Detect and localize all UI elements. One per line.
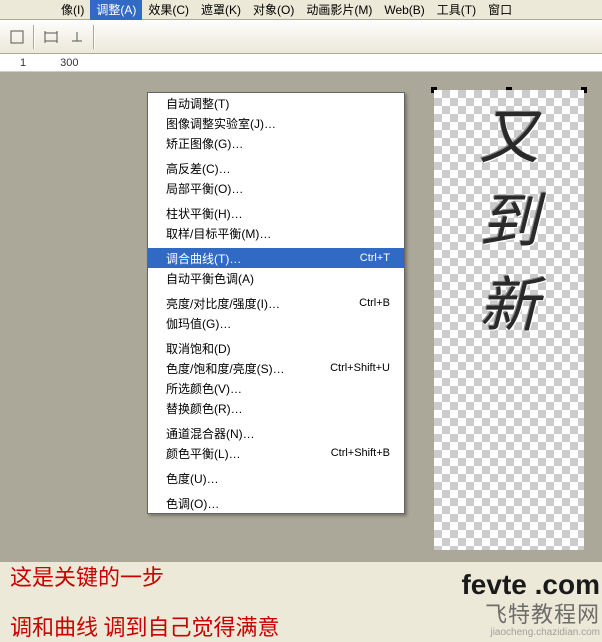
menu-label: 局部平衡(O)… xyxy=(166,180,390,197)
menu-label: 替换颜色(R)… xyxy=(166,400,390,417)
menu-label: 色度/饱和度/亮度(S)… xyxy=(166,360,330,377)
menu-color-balance[interactable]: 颜色平衡(L)…Ctrl+Shift+B xyxy=(148,443,404,463)
menu-window[interactable]: 窗口 xyxy=(482,0,518,20)
menu-adjust[interactable]: 调整(A) xyxy=(90,0,142,20)
menu-shortcut: Ctrl+Shift+U xyxy=(330,362,390,374)
menu-auto-adjust[interactable]: 自动调整(T) xyxy=(148,93,404,113)
menu-label: 取样/目标平衡(M)… xyxy=(166,225,390,242)
menu-label: 伽玛值(G)… xyxy=(166,315,390,332)
menu-separator xyxy=(149,290,403,291)
menu-label: 柱状平衡(H)… xyxy=(166,205,390,222)
menu-brightness-contrast[interactable]: 亮度/对比度/强度(I)…Ctrl+B xyxy=(148,293,404,313)
menu-mask[interactable]: 遮罩(K) xyxy=(195,0,247,20)
watermark-cn: 飞特教程网jiaocheng.chazidian.com xyxy=(461,597,600,638)
menu-label: 所选颜色(V)… xyxy=(166,380,390,397)
menu-hsl[interactable]: 色度/饱和度/亮度(S)…Ctrl+Shift+U xyxy=(148,358,404,378)
toolbar-button[interactable] xyxy=(5,25,29,49)
menu-desaturate[interactable]: 取消饱和(D) xyxy=(148,338,404,358)
menu-web[interactable]: Web(B) xyxy=(378,1,430,19)
toolbar-divider xyxy=(93,25,95,49)
menu-hue[interactable]: 色度(U)… xyxy=(148,468,404,488)
menu-sample-target[interactable]: 取样/目标平衡(M)… xyxy=(148,223,404,243)
watermark: fevte .com 飞特教程网jiaocheng.chazidian.com xyxy=(461,569,600,638)
calligraphy-char: 到 xyxy=(479,180,539,264)
ruler-mark: 300 xyxy=(60,57,78,69)
menu-high-contrast[interactable]: 高反差(C)… xyxy=(148,158,404,178)
menu-histogram-balance[interactable]: 柱状平衡(H)… xyxy=(148,203,404,223)
menu-separator xyxy=(149,200,403,201)
menu-label: 自动平衡色调(A) xyxy=(166,270,390,287)
menu-label: 图像调整实验室(J)… xyxy=(166,115,390,132)
toolbar xyxy=(0,20,602,54)
menu-label: 高反差(C)… xyxy=(166,160,390,177)
canvas[interactable]: 又 到 新 xyxy=(434,90,584,550)
menu-tools[interactable]: 工具(T) xyxy=(431,0,482,20)
menu-local-balance[interactable]: 局部平衡(O)… xyxy=(148,178,404,198)
menu-label: 色调(O)… xyxy=(166,495,390,512)
menu-separator xyxy=(149,155,403,156)
menu-separator xyxy=(149,245,403,246)
menu-label: 通道混合器(N)… xyxy=(166,425,390,442)
toolbar-divider xyxy=(33,25,35,49)
menu-movie[interactable]: 动画影片(M) xyxy=(300,0,378,20)
calligraphy-char: 又 xyxy=(479,96,539,180)
menu-tone-curve[interactable]: 调合曲线(T)…Ctrl+T xyxy=(148,248,404,268)
ruler: 1 300 xyxy=(0,54,602,72)
menu-tone[interactable]: 色调(O)… xyxy=(148,493,404,513)
menu-image-lab[interactable]: 图像调整实验室(J)… xyxy=(148,113,404,133)
menu-effects[interactable]: 效果(C) xyxy=(142,0,195,20)
menu-label: 调合曲线(T)… xyxy=(166,250,360,267)
menu-label: 色度(U)… xyxy=(166,470,390,487)
toolbar-crop-button[interactable] xyxy=(39,25,63,49)
ruler-mark: 1 xyxy=(20,57,26,69)
toolbar-button[interactable] xyxy=(65,25,89,49)
menu-label: 亮度/对比度/强度(I)… xyxy=(166,295,359,312)
menu-shortcut: Ctrl+B xyxy=(359,297,390,309)
menu-separator xyxy=(149,465,403,466)
menu-separator xyxy=(149,420,403,421)
menu-separator xyxy=(149,490,403,491)
menu-label: 矫正图像(G)… xyxy=(166,135,390,152)
menu-replace-color[interactable]: 替换颜色(R)… xyxy=(148,398,404,418)
menu-label: 自动调整(T) xyxy=(166,95,390,112)
menu-separator xyxy=(149,335,403,336)
menu-straighten[interactable]: 矫正图像(G)… xyxy=(148,133,404,153)
menu-label: 颜色平衡(L)… xyxy=(166,445,331,462)
workspace: 又 到 新 自动调整(T) 图像调整实验室(J)… 矫正图像(G)… 高反差(C… xyxy=(0,72,602,562)
menu-channel-mixer[interactable]: 通道混合器(N)… xyxy=(148,423,404,443)
menu-selective-color[interactable]: 所选颜色(V)… xyxy=(148,378,404,398)
calligraphy-char: 新 xyxy=(479,264,539,348)
menu-image[interactable]: 像(I) xyxy=(55,0,90,20)
menu-shortcut: Ctrl+T xyxy=(360,252,390,264)
menu-gamma[interactable]: 伽玛值(G)… xyxy=(148,313,404,333)
menubar: 像(I) 调整(A) 效果(C) 遮罩(K) 对象(O) 动画影片(M) Web… xyxy=(0,0,602,20)
menu-object[interactable]: 对象(O) xyxy=(247,0,300,20)
menu-shortcut: Ctrl+Shift+B xyxy=(331,447,390,459)
adjust-menu-dropdown: 自动调整(T) 图像调整实验室(J)… 矫正图像(G)… 高反差(C)… 局部平… xyxy=(147,92,405,514)
menu-label: 取消饱和(D) xyxy=(166,340,390,357)
menu-auto-balance-tone[interactable]: 自动平衡色调(A) xyxy=(148,268,404,288)
